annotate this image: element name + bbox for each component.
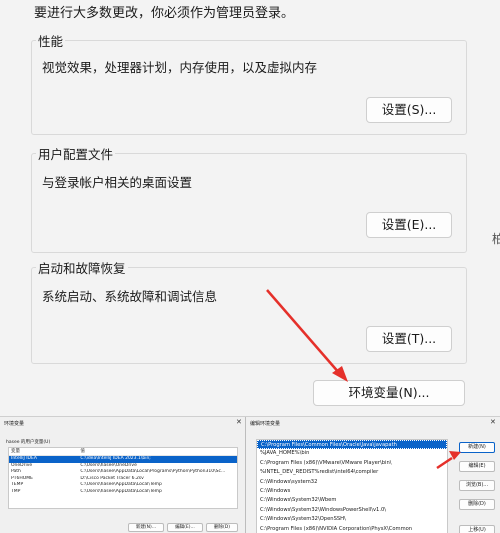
column-header-value: 值 — [80, 449, 85, 454]
list-item[interactable]: C:\Windows — [257, 487, 447, 496]
list-item[interactable]: C:\Program Files (x86)\NVIDIA Corporatio… — [257, 525, 447, 533]
user-profiles-group: 用户配置文件 与登录帐户相关的桌面设置 设置(E)... — [31, 144, 467, 253]
admin-note: 要进行大多数更改，你必须作为管理员登录。 — [34, 6, 295, 21]
var-name: TMP — [11, 488, 21, 494]
performance-title: 性能 — [36, 31, 66, 50]
list-item[interactable]: %INTEL_DEV_REDIST%redist\intel64\compile… — [257, 468, 447, 477]
column-header-variable: 变量 — [11, 449, 20, 454]
path-list[interactable]: C:\Program Files\Common Files\Oracle\Jav… — [256, 439, 448, 533]
path-edit-button[interactable]: 编辑(E) — [459, 461, 495, 472]
right-edge-text: 柏 — [492, 232, 500, 246]
startup-recovery-desc: 系统启动、系统故障和调试信息 — [42, 289, 218, 304]
edit-dialog-close-icon[interactable]: ✕ — [490, 418, 496, 426]
user-edit-button[interactable]: 编辑(E)... — [167, 523, 203, 532]
table-header: 变量 值 — [9, 448, 237, 456]
user-profiles-desc: 与登录帐户相关的桌面设置 — [42, 175, 193, 190]
environment-variables-button[interactable]: 环境变量(N)... — [313, 380, 465, 406]
user-profiles-title: 用户配置文件 — [36, 144, 116, 163]
user-vars-label: hasee 的用户变量(U) — [6, 440, 51, 445]
list-item[interactable]: %JAVA_HOME%\bin — [257, 449, 447, 458]
env-dialog-title: 环境变量 — [4, 421, 25, 427]
path-move-up-button[interactable]: 上移(U) — [459, 525, 495, 533]
user-new-button[interactable]: 新建(N)... — [128, 523, 164, 532]
list-item[interactable]: C:\Program Files (x86)\VMware\VMware Pla… — [257, 459, 447, 468]
list-item[interactable]: C:\Program Files\Common Files\Oracle\Jav… — [257, 440, 447, 450]
list-item[interactable]: C:\Windows\System32\Wbem — [257, 496, 447, 505]
path-delete-button[interactable]: 删除(D) — [459, 499, 495, 510]
var-value: C:\Users\hasee\AppData\Local\Temp — [80, 488, 162, 494]
list-item[interactable]: C:\Windows\System32\OpenSSH\ — [257, 515, 447, 524]
startup-recovery-settings-button[interactable]: 设置(T)... — [366, 326, 452, 352]
list-item[interactable]: C:\Windows\system32 — [257, 478, 447, 487]
user-delete-button[interactable]: 删除(D) — [206, 523, 238, 532]
edit-dialog-title: 编辑环境变量 — [250, 421, 281, 427]
performance-desc: 视觉效果，处理器计划，内存使用，以及虚拟内存 — [42, 60, 318, 75]
performance-settings-button[interactable]: 设置(S)... — [366, 97, 452, 123]
startup-recovery-title: 启动和故障恢复 — [36, 258, 128, 277]
env-variables-dialog: 环境变量 ✕ hasee 的用户变量(U) 变量 值 IntelliJ IDEA… — [0, 417, 246, 533]
user-profiles-settings-button[interactable]: 设置(E)... — [366, 212, 452, 238]
user-vars-table[interactable]: 变量 值 IntelliJ IDEA C:\idea\IntelliJ IDEA … — [8, 447, 238, 509]
env-dialog-close-icon[interactable]: ✕ — [236, 418, 242, 426]
bottom-dialogs: 环境变量 ✕ hasee 的用户变量(U) 变量 值 IntelliJ IDEA… — [0, 416, 500, 533]
path-browse-button[interactable]: 浏览(B)... — [459, 480, 495, 491]
list-item[interactable]: C:\Windows\System32\WindowsPowerShell\v1… — [257, 506, 447, 515]
startup-recovery-group: 启动和故障恢复 系统启动、系统故障和调试信息 设置(T)... — [31, 258, 467, 364]
performance-group: 性能 视觉效果，处理器计划，内存使用，以及虚拟内存 设置(S)... — [31, 31, 467, 135]
table-row[interactable]: TMP C:\Users\hasee\AppData\Local\Temp — [9, 489, 237, 496]
edit-env-variable-dialog: 编辑环境变量 ✕ C:\Program Files\Common Files\O… — [246, 417, 500, 533]
path-new-button[interactable]: 新建(N) — [459, 442, 495, 453]
